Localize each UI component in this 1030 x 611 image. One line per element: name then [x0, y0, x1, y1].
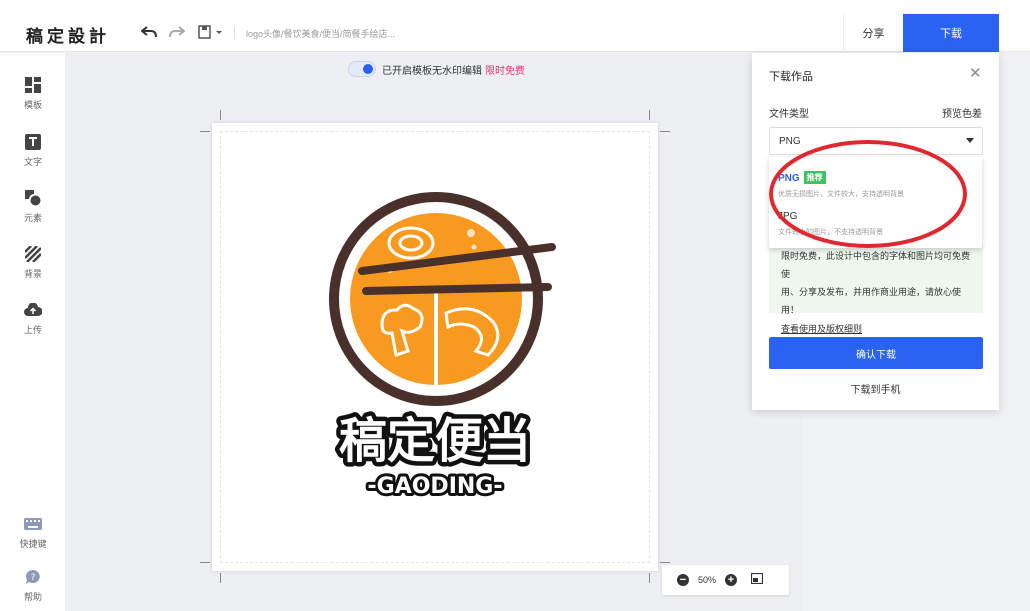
- option-jpg[interactable]: JPG 文件较小的图片，不支持透明背景: [778, 211, 883, 237]
- option-png[interactable]: PNG 推荐 优质无损图片，文件较大，支持透明背景: [778, 171, 904, 199]
- zoom-in-icon[interactable]: +: [725, 574, 738, 586]
- undo-icon[interactable]: [140, 24, 158, 40]
- crop-mark: [660, 131, 670, 132]
- breadcrumb[interactable]: logo头像/餐饮美食/便当/简餐手绘店...: [246, 27, 395, 40]
- template-icon: [24, 76, 42, 94]
- help-icon: ?: [24, 568, 42, 586]
- crop-mark: [200, 562, 210, 563]
- sidebar-item-label: 帮助: [23, 592, 42, 602]
- keyboard-icon: [24, 515, 42, 533]
- text-icon: [24, 133, 42, 151]
- sidebar-item-shortcuts[interactable]: 快捷键: [0, 515, 66, 550]
- download-button[interactable]: 下载: [903, 14, 999, 52]
- option-desc: 优质无损图片，文件较大，支持透明背景: [778, 191, 904, 198]
- background-icon: [24, 245, 42, 263]
- logo-subtitle-fill: -GAODING-: [368, 474, 503, 499]
- toggle-knob: [363, 64, 373, 74]
- save-menu-icon[interactable]: [196, 24, 226, 40]
- sidebar-item-label: 元素: [23, 213, 42, 223]
- file-type-select[interactable]: PNG: [769, 127, 983, 155]
- sidebar-item-template[interactable]: 模板: [0, 76, 66, 111]
- sidebar-item-label: 快捷键: [19, 539, 47, 549]
- upload-icon: [24, 301, 42, 319]
- redo-icon[interactable]: [168, 24, 186, 40]
- notice-line: 用、分享及发布，并用作商业用途，请放心使用！: [781, 287, 962, 315]
- watermark-toggle-row: 已开启模板无水印编辑 限时免费: [348, 61, 525, 77]
- bento-logo[interactable]: 稿定便当 稿定便当 -GAODING- -GAODING-: [212, 123, 658, 571]
- file-type-dropdown: PNG 推荐 优质无损图片，文件较大，支持透明背景 JPG 文件较小的图片，不支持…: [769, 157, 982, 248]
- close-icon[interactable]: ✕: [969, 64, 982, 82]
- file-type-label: 文件类型: [769, 109, 809, 120]
- sidebar-item-element[interactable]: 元素: [0, 189, 66, 224]
- option-desc: 文件较小的图片，不支持透明背景: [778, 229, 883, 236]
- panel-title: 下载作品: [769, 71, 813, 83]
- design-page[interactable]: 稿定便当 稿定便当 -GAODING- -GAODING-: [212, 123, 658, 571]
- license-link[interactable]: 查看使用及版权细则: [781, 320, 973, 338]
- watermark-toggle-label: 已开启模板无水印编辑: [382, 65, 482, 77]
- download-to-phone-link[interactable]: 下载到手机: [752, 381, 999, 396]
- sidebar-item-background[interactable]: 背景: [0, 245, 66, 280]
- recommend-badge: 推荐: [803, 171, 826, 184]
- top-bar: 稿定設計 logo头像/餐饮美食/便当/简餐手绘店... 分享 下载: [0, 0, 1030, 52]
- minimap-icon[interactable]: [750, 571, 764, 589]
- crop-mark: [649, 110, 650, 120]
- crop-mark: [649, 573, 650, 583]
- left-sidebar: 模板 文字 元素 背景 上传 快捷键 ? 帮助: [0, 53, 66, 611]
- free-badge: 限时免费: [485, 65, 525, 77]
- crop-mark: [220, 573, 221, 583]
- license-notice: 限时免费，此设计中包含的字体和图片均可免费使 用、分享及发布，并用作商业用途，请…: [769, 243, 983, 334]
- sidebar-item-label: 模板: [23, 100, 42, 110]
- zoom-out-icon[interactable]: −: [677, 574, 689, 586]
- crop-mark: [220, 110, 221, 120]
- sidebar-item-label: 上传: [23, 325, 42, 335]
- confirm-download-button[interactable]: 确认下载: [769, 337, 983, 369]
- app-logo[interactable]: 稿定設計: [26, 22, 110, 47]
- watermark-toggle[interactable]: [348, 61, 376, 77]
- option-name: JPG: [778, 211, 798, 222]
- preview-color-link[interactable]: 预览色差: [942, 105, 982, 120]
- logo-title-fill: 稿定便当: [339, 413, 531, 469]
- svg-text:?: ?: [31, 573, 36, 583]
- zoom-control: − 50% +: [662, 565, 789, 595]
- notice-line: 限时免费，此设计中包含的字体和图片均可免费使: [781, 251, 971, 279]
- sidebar-item-help[interactable]: ? 帮助: [0, 568, 66, 603]
- crop-mark: [200, 131, 210, 132]
- element-icon: [24, 189, 42, 207]
- sidebar-item-text[interactable]: 文字: [0, 133, 66, 168]
- option-name: PNG: [778, 173, 800, 184]
- sidebar-item-label: 背景: [23, 269, 42, 279]
- share-button[interactable]: 分享: [843, 14, 903, 52]
- crop-mark: [660, 562, 670, 563]
- toolbar-divider: [234, 26, 235, 40]
- sidebar-item-label: 文字: [23, 157, 42, 167]
- file-type-value: PNG: [779, 135, 801, 147]
- zoom-level: 50%: [698, 575, 717, 585]
- sidebar-item-upload[interactable]: 上传: [0, 301, 66, 336]
- chevron-down-icon: [966, 138, 974, 143]
